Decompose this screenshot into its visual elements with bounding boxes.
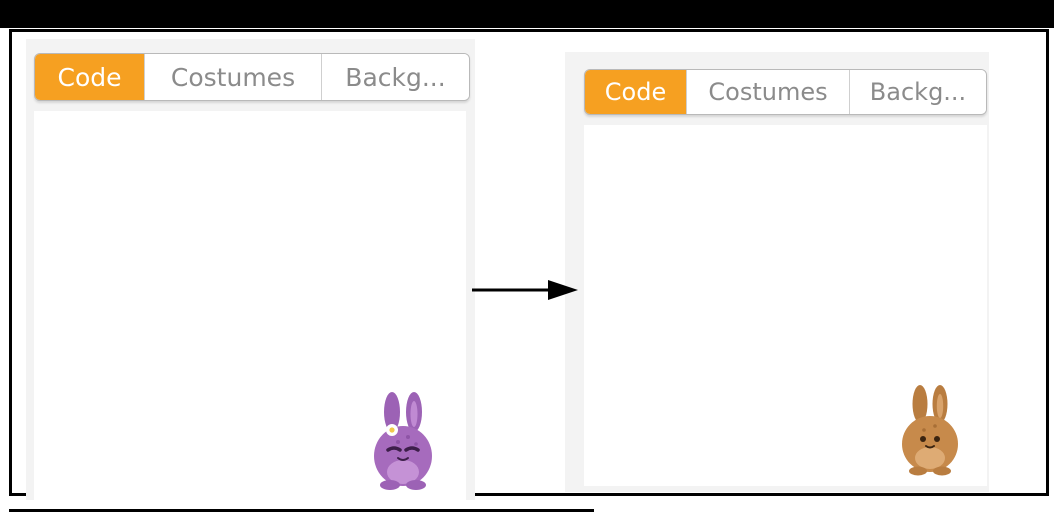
tab-backgrounds[interactable]: Backg... [321,54,469,100]
editor-tabs: Code Costumes Backg... [34,53,470,101]
tab-costumes[interactable]: Costumes [686,70,849,114]
tab-code[interactable]: Code [585,70,686,114]
tab-backgrounds[interactable]: Backg... [849,70,986,114]
brown-bunny-icon[interactable] [895,384,965,476]
editor-tabs: Code Costumes Backg... [584,69,987,115]
bottom-divider [9,509,594,512]
tab-costumes[interactable]: Costumes [144,54,321,100]
right-arrow-icon [472,280,578,300]
tab-code[interactable]: Code [35,54,144,100]
top-black-strip [0,0,1054,28]
purple-bunny-icon[interactable] [368,390,438,490]
